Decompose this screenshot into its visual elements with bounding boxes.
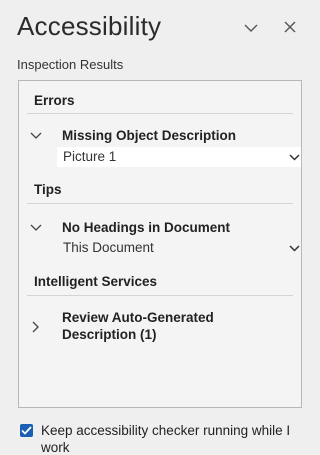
target-label: Picture 1 [63, 149, 117, 164]
chevron-down-icon [244, 20, 258, 38]
chevron-down-icon [288, 242, 300, 254]
target-select-picture[interactable]: Picture 1 [57, 147, 301, 167]
issue-no-headings[interactable]: No Headings in Document [19, 219, 301, 239]
issue-missing-object-description[interactable]: Missing Object Description [19, 127, 301, 147]
target-label: This Document [63, 240, 154, 255]
close-pane-button[interactable] [278, 17, 302, 41]
chevron-down-icon [29, 129, 43, 143]
tips-header: Tips [34, 182, 62, 197]
chevron-down-icon [288, 151, 300, 163]
issue-review-auto-generated-description[interactable]: Review Auto-Generated Description (1) [19, 308, 301, 346]
issue-name: Review Auto-Generated Description (1) [62, 310, 214, 342]
pane-header: Accessibility [0, 0, 310, 52]
keep-checker-running-option[interactable]: Keep accessibility checker running while… [20, 424, 300, 455]
pane-options-button[interactable] [239, 17, 263, 41]
divider [27, 203, 293, 204]
errors-header: Errors [34, 93, 75, 108]
keep-running-checkbox[interactable] [20, 424, 33, 437]
divider [27, 113, 293, 114]
inspection-results-caption: Inspection Results [17, 57, 124, 72]
checkmark-icon [21, 424, 32, 440]
chevron-down-icon [29, 221, 43, 235]
pane-title: Accessibility [17, 11, 162, 41]
keep-running-label: Keep accessibility checker running while… [41, 424, 291, 455]
target-select-document[interactable]: This Document [57, 238, 301, 258]
issue-name: Missing Object Description [62, 128, 237, 143]
divider [27, 295, 293, 296]
chevron-right-icon [29, 320, 43, 334]
issue-name: No Headings in Document [62, 220, 231, 235]
inspection-results-panel: Errors Missing Object Description Pictur… [18, 80, 302, 408]
intelligent-services-header: Intelligent Services [34, 274, 158, 289]
close-icon [284, 20, 296, 38]
